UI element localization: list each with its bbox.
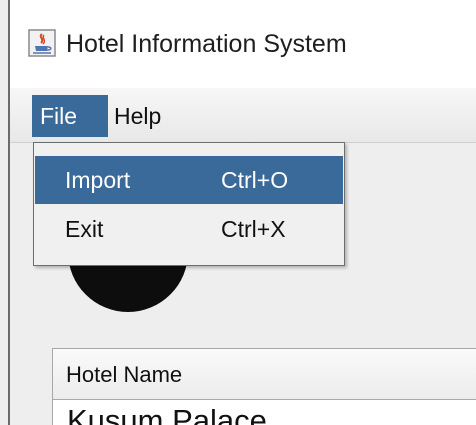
hotel-table: Kusum Palace xyxy=(52,400,476,425)
menu-item-label: Exit xyxy=(65,216,104,242)
menu-item-import[interactable]: Import Ctrl+O xyxy=(35,156,343,204)
app-window: Hotel Information System File Help Hotel… xyxy=(0,0,476,425)
menu-item-label: Import xyxy=(65,167,131,193)
menu-item-exit[interactable]: Exit Ctrl+X xyxy=(35,205,343,253)
java-cup-icon xyxy=(28,29,56,57)
menu-item-shortcut: Ctrl+X xyxy=(221,216,286,242)
menu-item-shortcut: Ctrl+O xyxy=(221,167,289,193)
menu-help[interactable]: Help xyxy=(114,95,161,137)
table-cell[interactable]: Kusum Palace xyxy=(67,403,267,425)
file-dropdown-menu: Import Ctrl+O Exit Ctrl+X xyxy=(33,142,345,266)
window-title: Hotel Information System xyxy=(66,30,347,58)
table-header-hotel-name[interactable]: Hotel Name xyxy=(52,348,476,400)
menu-file[interactable]: File xyxy=(32,95,108,137)
